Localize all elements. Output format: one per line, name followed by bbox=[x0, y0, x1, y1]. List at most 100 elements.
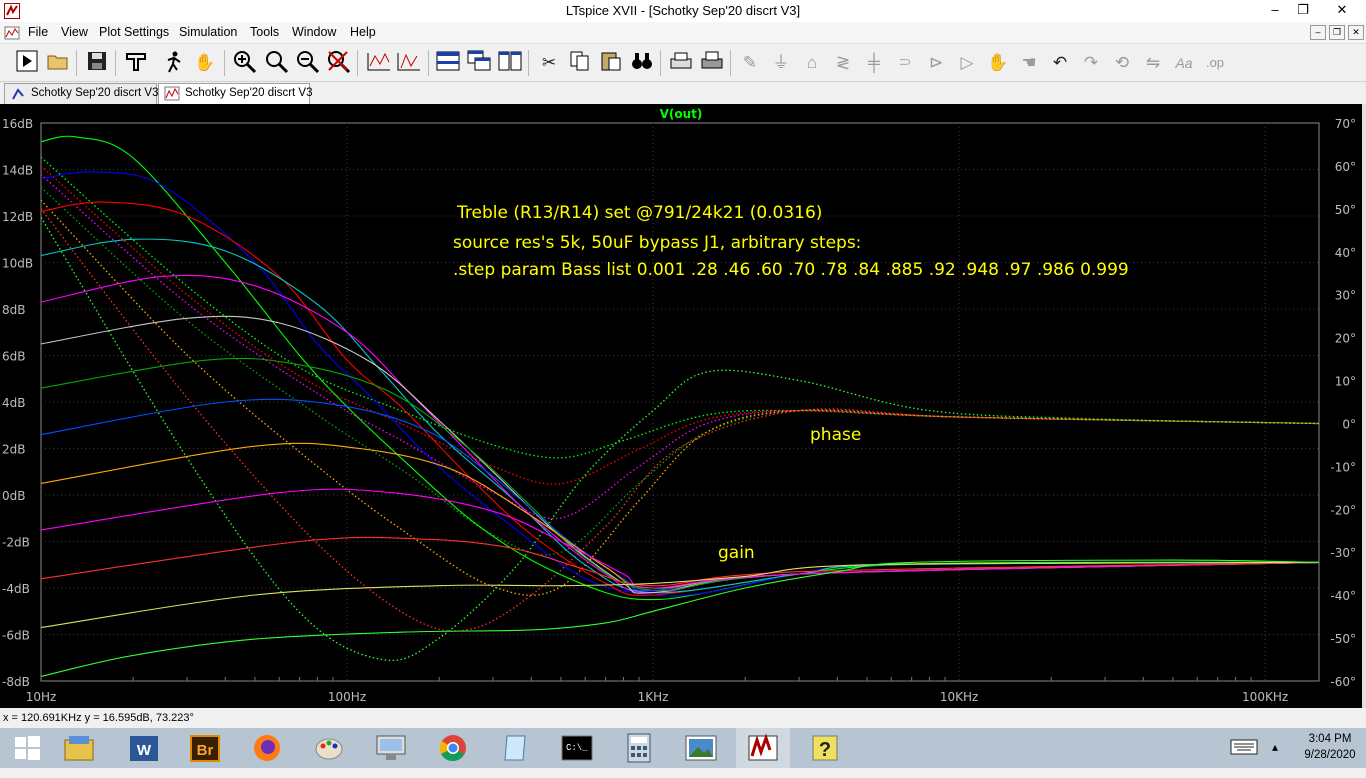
waveform-doc-icon[interactable] bbox=[4, 25, 20, 41]
gain-trace[interactable] bbox=[40, 238, 1320, 594]
file-explorer-icon[interactable] bbox=[52, 728, 106, 768]
move-icon[interactable]: ✋ bbox=[985, 50, 1011, 76]
bridge-icon[interactable]: Br bbox=[178, 728, 232, 768]
y-tick-right: 40° bbox=[1335, 246, 1356, 260]
resistor-icon[interactable]: ≷ bbox=[830, 50, 856, 76]
spice-directive-icon[interactable]: .op bbox=[1202, 50, 1228, 76]
remote-desktop-icon[interactable] bbox=[364, 728, 418, 768]
y-tick-left: 16dB bbox=[2, 117, 33, 131]
menu-view[interactable]: View bbox=[61, 25, 88, 39]
gain-trace[interactable] bbox=[40, 315, 1320, 594]
mdi-close-button[interactable]: ✕ bbox=[1348, 25, 1364, 40]
trace-label[interactable]: V(out) bbox=[660, 107, 703, 121]
mirror-icon[interactable]: ⇋ bbox=[1140, 50, 1166, 76]
schematic-icon bbox=[12, 88, 24, 100]
mdi-minimize-button[interactable]: – bbox=[1310, 25, 1326, 40]
ground-icon[interactable]: ⏚ bbox=[768, 50, 794, 76]
undo-icon[interactable]: ↶ bbox=[1047, 50, 1073, 76]
vertical-scrollbar[interactable] bbox=[1362, 104, 1366, 708]
clock-time[interactable]: 3:04 PM bbox=[1300, 733, 1360, 745]
run-icon[interactable] bbox=[14, 50, 40, 76]
phase-trace[interactable] bbox=[40, 217, 1320, 662]
y-tick-left: 4dB bbox=[2, 396, 25, 410]
notepad-icon[interactable] bbox=[488, 728, 542, 768]
component-icon[interactable]: ▷ bbox=[954, 50, 980, 76]
svg-text:?: ? bbox=[819, 739, 831, 761]
tab-waveform[interactable]: Schotky Sep'20 discrt V3 bbox=[158, 83, 313, 104]
photos-icon[interactable] bbox=[674, 728, 728, 768]
cmd-icon[interactable]: C:\_ bbox=[550, 728, 604, 768]
help-icon[interactable]: ? bbox=[798, 728, 852, 768]
word-label: W bbox=[137, 742, 152, 759]
gain-trace[interactable] bbox=[40, 536, 1320, 587]
chrome-icon[interactable] bbox=[426, 728, 480, 768]
print-preview-icon[interactable] bbox=[668, 50, 694, 76]
menu-help[interactable]: Help bbox=[350, 25, 376, 39]
tab-waveform-label: Schotky Sep'20 discrt V3 bbox=[185, 87, 313, 99]
x-tick-label: 10KHz bbox=[940, 690, 978, 704]
label-icon[interactable]: ⌂ bbox=[799, 50, 825, 76]
add-trace-icon[interactable] bbox=[396, 50, 422, 76]
rotate-icon[interactable]: ⟲ bbox=[1109, 50, 1135, 76]
save-icon[interactable] bbox=[84, 50, 110, 76]
menu-window[interactable]: Window bbox=[292, 25, 336, 39]
gain-trace[interactable] bbox=[40, 559, 1320, 677]
toolbar: ✋ ✂ ✎ ⏚ ⌂ ≷ ╪ ⸧ ⊳ ▷ ✋ ☚ ↶ ↷ ⟲ ⇋ Aa .op bbox=[0, 44, 1366, 82]
ltspice-icon[interactable] bbox=[736, 728, 790, 768]
y-tick-left: -4dB bbox=[2, 582, 30, 596]
inductor-icon[interactable]: ⸧ bbox=[892, 50, 918, 76]
capacitor-icon[interactable]: ╪ bbox=[861, 50, 887, 76]
start-icon[interactable] bbox=[0, 728, 54, 768]
diode-icon[interactable]: ⊳ bbox=[923, 50, 949, 76]
menu-simulation[interactable]: Simulation bbox=[179, 25, 237, 39]
cut-icon[interactable]: ✂ bbox=[536, 50, 562, 76]
cascade-icon[interactable] bbox=[466, 50, 492, 76]
autorange-icon[interactable] bbox=[366, 50, 392, 76]
waveform-plot[interactable]: 16dB 14dB 12dB 10dB 8dB 6dB 4dB 2dB 0dB -2dB -4dB -… bbox=[0, 104, 1362, 708]
cmd-label: C:\_ bbox=[566, 743, 588, 753]
clock-date[interactable]: 9/28/2020 bbox=[1298, 749, 1362, 761]
wire-icon[interactable]: ✎ bbox=[737, 50, 763, 76]
firefox-icon[interactable] bbox=[240, 728, 294, 768]
paste-icon[interactable] bbox=[598, 50, 624, 76]
find-icon[interactable] bbox=[629, 50, 655, 76]
zoom-area-icon[interactable] bbox=[264, 50, 290, 76]
zoom-in-icon[interactable] bbox=[232, 50, 258, 76]
zoom-out-icon[interactable] bbox=[295, 50, 321, 76]
pan-icon[interactable]: ✋ bbox=[192, 50, 218, 76]
print-icon[interactable] bbox=[699, 50, 725, 76]
word-icon[interactable]: W bbox=[117, 728, 171, 768]
calculator-icon[interactable] bbox=[612, 728, 666, 768]
menu-file[interactable]: File bbox=[28, 25, 48, 39]
tile-vertical-icon[interactable] bbox=[497, 50, 523, 76]
gain-trace[interactable] bbox=[40, 357, 1320, 592]
menu-plot-settings[interactable]: Plot Settings bbox=[99, 25, 169, 39]
copy-icon[interactable] bbox=[567, 50, 593, 76]
y-tick-right: 10° bbox=[1335, 375, 1356, 389]
x-axis-frequency: 10Hz 100Hz 1KHz 10KHz 100KHz bbox=[26, 690, 1288, 704]
tray-chevron-icon[interactable]: ▴ bbox=[1272, 740, 1278, 754]
tile-horizontal-icon[interactable] bbox=[435, 50, 461, 76]
menu-tools[interactable]: Tools bbox=[250, 25, 279, 39]
y-tick-right: -50° bbox=[1330, 632, 1356, 646]
halt-icon[interactable] bbox=[160, 50, 186, 76]
keyboard-icon[interactable] bbox=[1230, 739, 1258, 758]
mdi-restore-button[interactable]: ❐ bbox=[1329, 25, 1345, 40]
close-button[interactable]: ✕ bbox=[1318, 0, 1366, 22]
open-icon[interactable] bbox=[46, 50, 72, 76]
control-panel-icon[interactable] bbox=[123, 50, 149, 76]
y-tick-left: 8dB bbox=[2, 303, 25, 317]
gain-trace[interactable] bbox=[40, 488, 1320, 589]
drag-icon[interactable]: ☚ bbox=[1016, 50, 1042, 76]
zoom-cancel-icon[interactable] bbox=[326, 50, 352, 76]
text-icon[interactable]: Aa bbox=[1171, 50, 1197, 76]
gain-trace[interactable] bbox=[40, 561, 1320, 629]
y-tick-left: 10dB bbox=[2, 257, 33, 271]
annotation-step: .step param Bass list 0.001 .28 .46 .60 … bbox=[453, 260, 1129, 280]
paint-icon[interactable] bbox=[302, 728, 356, 768]
title-bar: LTspice XVII - [Schotky Sep'20 discrt V3… bbox=[0, 0, 1366, 22]
y-tick-right: -20° bbox=[1330, 503, 1356, 517]
tab-schematic[interactable]: Schotky Sep'20 discrt V3 bbox=[4, 83, 158, 104]
redo-icon[interactable]: ↷ bbox=[1078, 50, 1104, 76]
phase-trace[interactable] bbox=[40, 174, 1320, 520]
